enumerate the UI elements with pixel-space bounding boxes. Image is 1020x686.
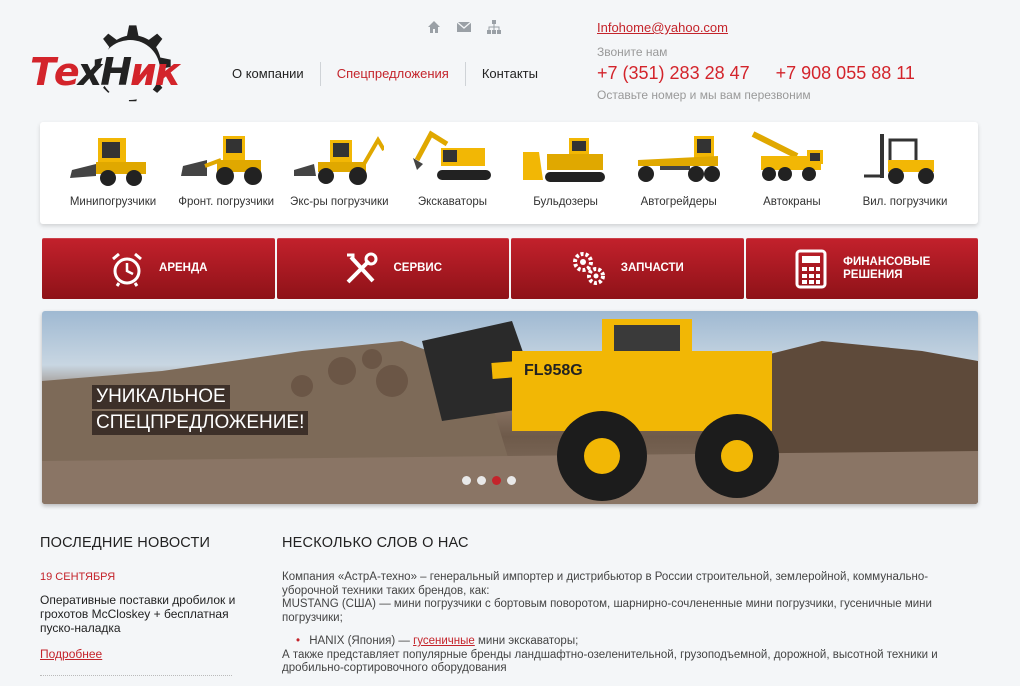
latest-news: Последние новости 19 сентября Оперативны… xyxy=(40,535,240,676)
news-title: Последние новости xyxy=(40,535,211,551)
about-body: Компания «АстрА-техно» – генеральный имп… xyxy=(282,571,982,676)
category-label: Вил. погрузчики xyxy=(862,196,948,208)
about-section: Несколько слов о нас Компания «АстрА-тех… xyxy=(282,535,982,676)
financial-solutions-label: Финансовые решения xyxy=(843,256,930,282)
category-truck-cranes[interactable]: Автокраны xyxy=(737,122,847,224)
category-excavators[interactable]: Экскаваторы xyxy=(397,122,507,224)
news-date: 19 сентября xyxy=(40,571,116,583)
logo-wordmark: ТехНик xyxy=(30,50,180,94)
grader-icon xyxy=(637,136,720,182)
news-more-link[interactable]: Подробнее xyxy=(40,647,240,661)
site-logo[interactable]: ТехНик xyxy=(30,14,200,118)
calculator-icon xyxy=(795,249,827,288)
category-bulldozers[interactable]: Бульдозеры xyxy=(511,122,621,224)
crane-icon xyxy=(751,131,823,181)
brand-name: HANIX (Япония) — xyxy=(309,635,414,647)
slider-caption-line2: спецпредложение! xyxy=(92,411,309,435)
news-divider xyxy=(40,675,232,676)
category-label: Экс-ры погрузчики xyxy=(290,196,389,208)
slider-dot-3[interactable] xyxy=(492,476,501,485)
slider-dot-1[interactable] xyxy=(462,476,471,485)
service-buttons: Аренда Сервис Запчасти Финансовые ре xyxy=(42,238,978,299)
slider-caption: Уникальное спецпредложение! xyxy=(92,385,309,437)
category-label: Автокраны xyxy=(763,196,821,208)
financial-solutions-button[interactable]: Финансовые решения xyxy=(745,238,978,299)
spare-parts-label: Запчасти xyxy=(620,262,684,274)
news-text: Оперативные поставки дробилок и грохотов… xyxy=(40,593,236,635)
brand-list: HANIX (Япония) — гусеничные мини экскава… xyxy=(296,635,982,649)
category-label: Фронт. погрузчики xyxy=(178,196,275,208)
nav-special-offers[interactable]: Спецпредложения xyxy=(319,62,465,86)
backhoe-icon xyxy=(294,136,385,185)
slider-dot-2[interactable] xyxy=(477,476,486,485)
main-nav: О компании Спецпредложения Контакты xyxy=(216,62,554,86)
category-bar: Минипогрузчики Фронт. погрузчики Экс-ры … xyxy=(40,122,978,224)
about-paragraph-3: А также представляет популярные бренды л… xyxy=(282,648,938,675)
home-icon[interactable] xyxy=(426,19,442,35)
phone-1[interactable]: +7 (351) 283 28 47 xyxy=(597,63,750,84)
nav-contacts[interactable]: Контакты xyxy=(464,62,554,86)
about-title: Несколько слов о нас xyxy=(282,535,469,551)
category-backhoe-loaders[interactable]: Экс-ры погрузчики xyxy=(284,122,394,224)
category-mini-loaders[interactable]: Минипогрузчики xyxy=(58,122,168,224)
sitemap-icon[interactable] xyxy=(486,19,502,35)
tracked-link[interactable]: гусеничные xyxy=(413,635,475,647)
callback-link[interactable]: Оставьте номер и мы вам перезвоним xyxy=(597,88,915,102)
tools-icon xyxy=(347,252,378,283)
mail-icon[interactable] xyxy=(456,19,472,35)
brand-list-item: HANIX (Япония) — гусеничные мини экскава… xyxy=(296,635,982,649)
about-paragraph-1: Компания «АстрА-техно» – генеральный имп… xyxy=(282,571,929,597)
email-link[interactable]: Infohome@yahoo.com xyxy=(597,20,915,35)
service-button[interactable]: Сервис xyxy=(276,238,509,299)
about-paragraph-2: MUSTANG (США) — мини погрузчики с бортов… xyxy=(282,598,932,624)
rent-label: Аренда xyxy=(159,262,208,274)
nav-about[interactable]: О компании xyxy=(216,62,320,86)
category-label: Минипогрузчики xyxy=(69,196,157,208)
top-icons xyxy=(426,19,502,35)
skid-steer-icon xyxy=(70,138,146,186)
slider-dots xyxy=(462,476,516,485)
hero-slider[interactable]: FL958G Уникальное спецпредложение! xyxy=(42,311,978,504)
header-contacts: Infohome@yahoo.com Звоните нам +7 (351) … xyxy=(597,20,915,102)
phone-numbers: +7 (351) 283 28 47 +7 908 055 88 11 xyxy=(597,63,915,84)
alarm-clock-icon xyxy=(112,252,142,287)
bulldozer-icon xyxy=(522,138,605,182)
category-label: Экскаваторы xyxy=(417,196,488,208)
category-front-loaders[interactable]: Фронт. погрузчики xyxy=(171,122,281,224)
brand-suffix: мини экскаваторы; xyxy=(474,635,579,647)
category-label: Бульдозеры xyxy=(533,196,598,208)
category-graders[interactable]: Автогрейдеры xyxy=(624,122,734,224)
forklift-icon xyxy=(863,134,934,184)
excavator-icon xyxy=(413,130,492,180)
service-label: Сервис xyxy=(393,262,443,274)
phone-2[interactable]: +7 908 055 88 11 xyxy=(776,63,915,84)
gears-icon xyxy=(572,251,605,285)
category-label: Автогрейдеры xyxy=(640,196,717,208)
loader-model-text: FL958G xyxy=(524,362,583,379)
rent-button[interactable]: Аренда xyxy=(42,238,275,299)
slider-caption-line1: Уникальное xyxy=(92,385,230,409)
category-forklifts[interactable]: Вил. погрузчики xyxy=(850,122,960,224)
financial-label-line1: Финансовые xyxy=(843,255,931,268)
call-us-label: Звоните нам xyxy=(597,45,668,59)
front-loader-icon xyxy=(181,136,263,185)
spare-parts-button[interactable]: Запчасти xyxy=(511,238,744,299)
slider-dot-4[interactable] xyxy=(507,476,516,485)
financial-label-line2: решения xyxy=(843,268,903,281)
